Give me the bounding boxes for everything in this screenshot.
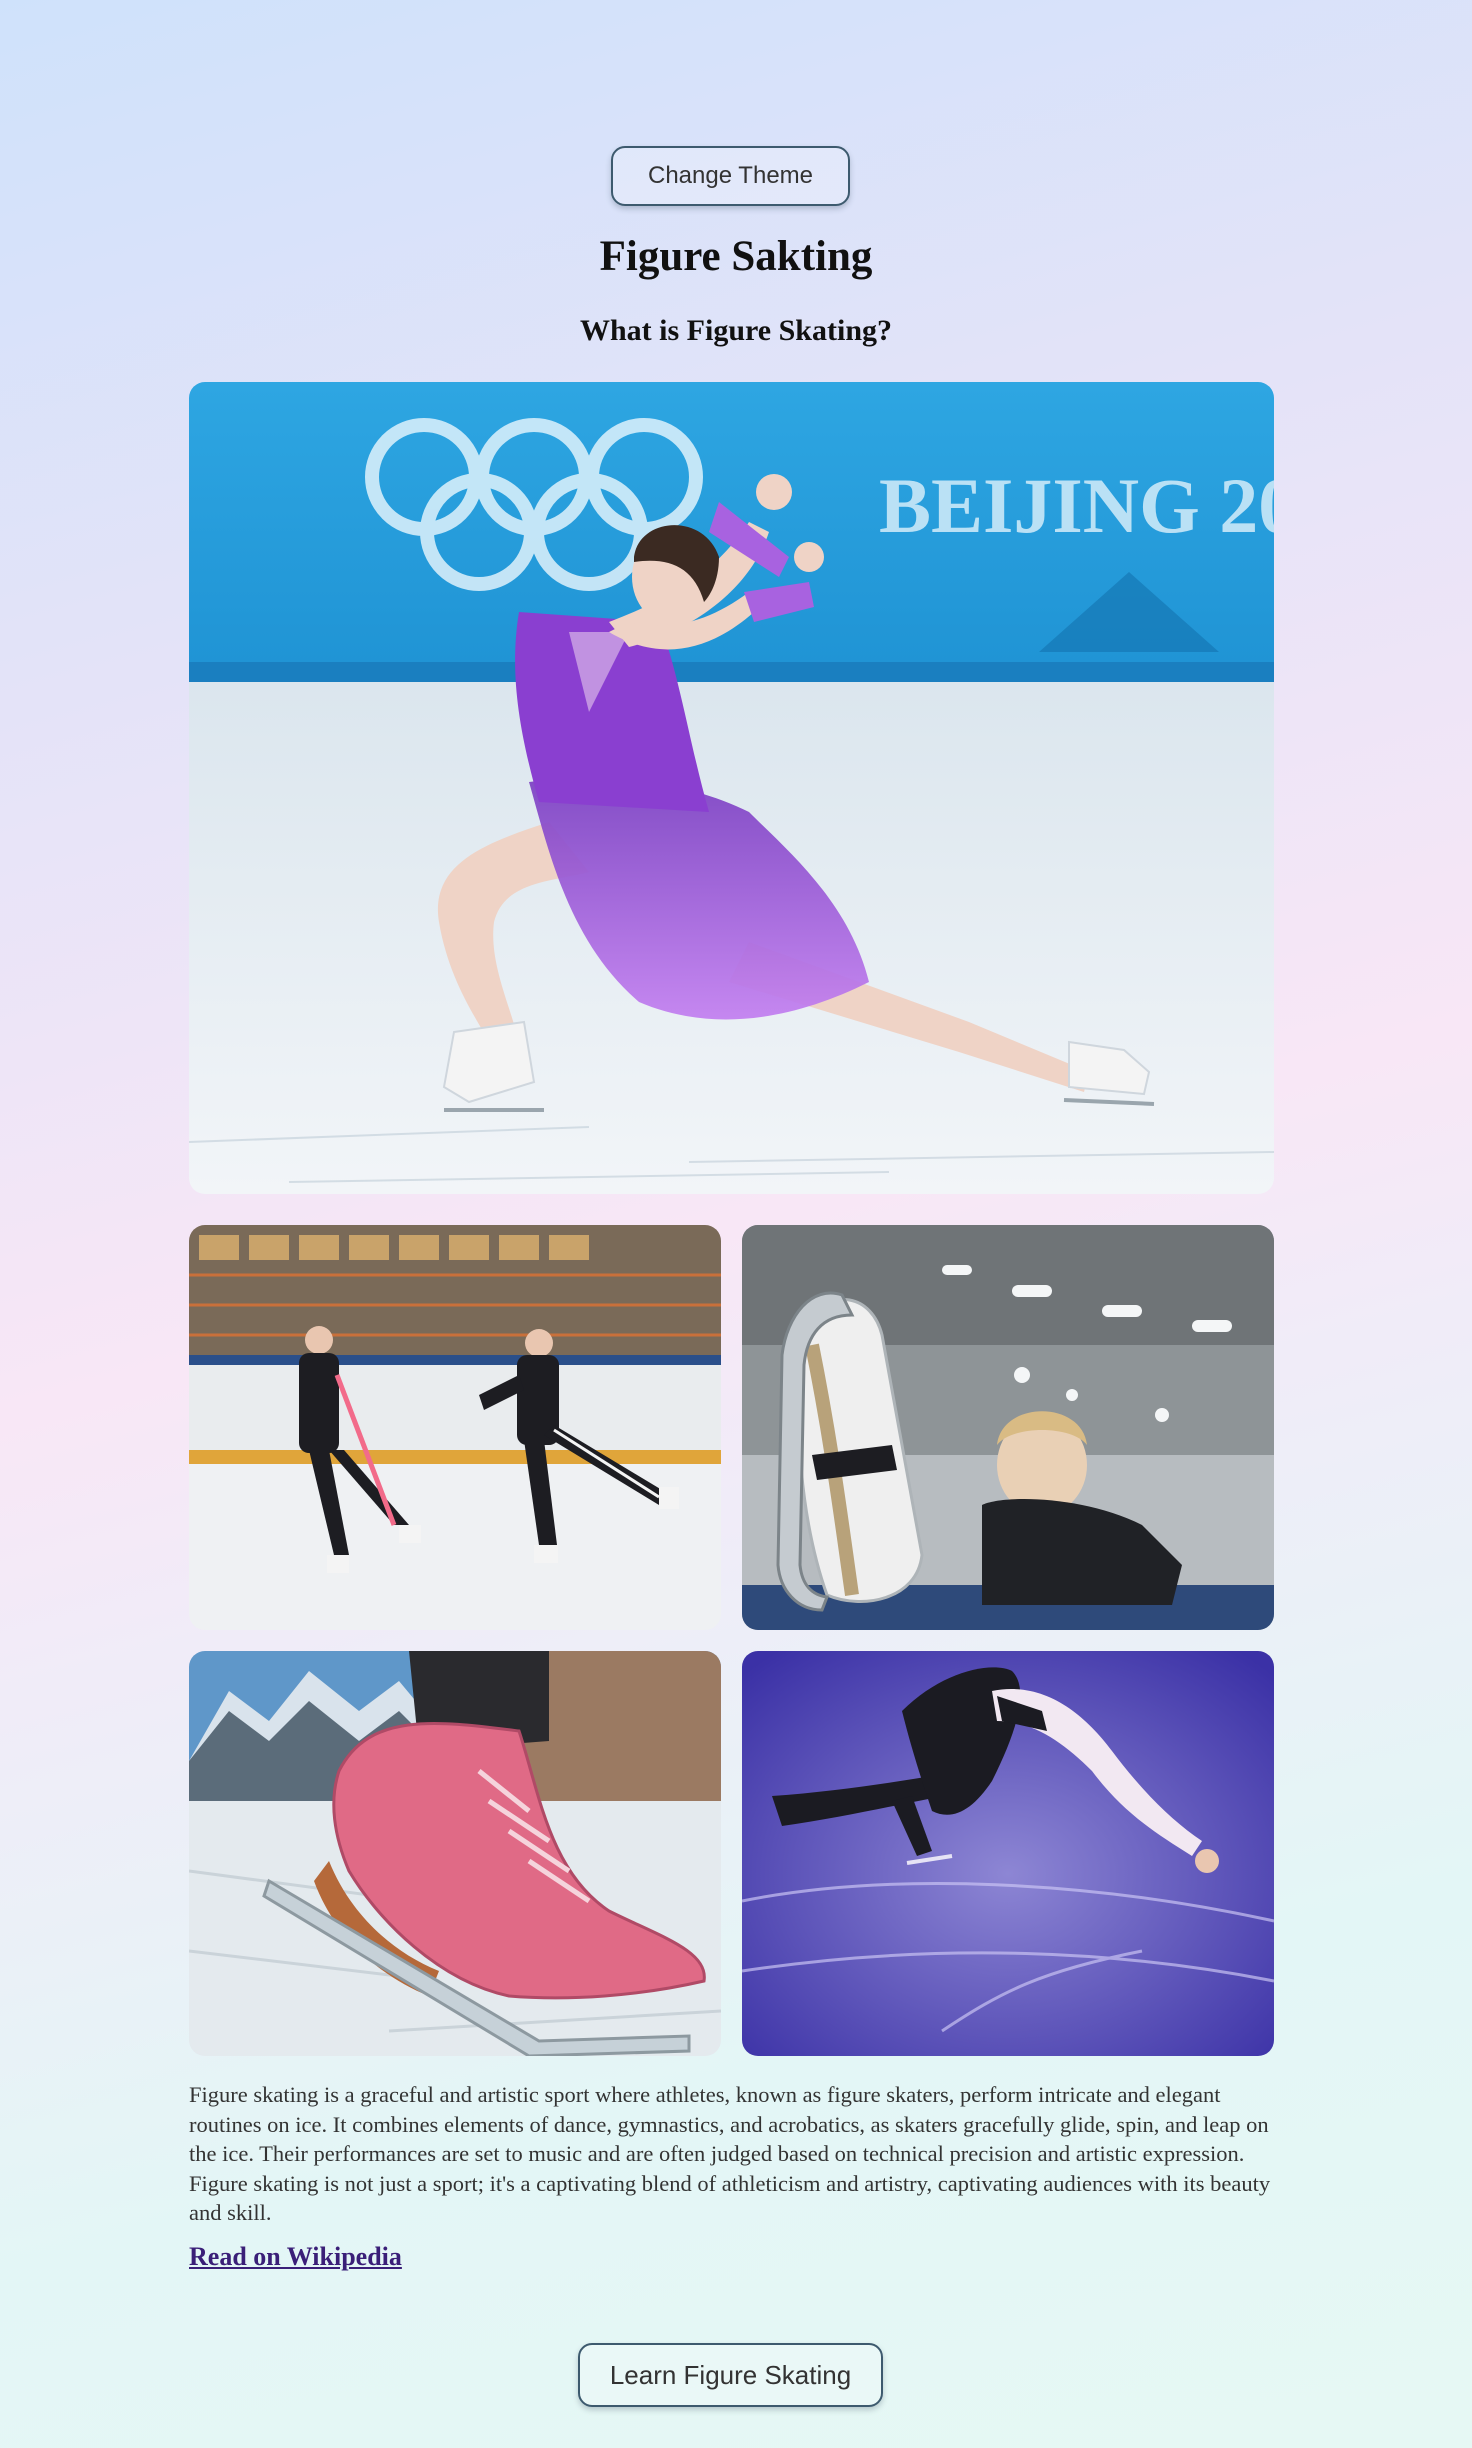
change-theme-button[interactable]: Change Theme — [611, 146, 850, 206]
photo-skate-blade-graphic — [742, 1225, 1274, 1630]
photo-skater-spin — [742, 1651, 1274, 2056]
photo-pink-skates-graphic — [189, 1651, 721, 2056]
page-title: Figure Sakting — [599, 233, 873, 280]
wikipedia-link[interactable]: Read on Wikipedia — [189, 2242, 402, 2272]
photo-skate-blade — [742, 1225, 1274, 1630]
page: Change Theme Figure Sakting What is Figu… — [0, 0, 1472, 2448]
photo-pair-skaters — [189, 1225, 721, 1630]
description-paragraph: Figure skating is a graceful and artisti… — [189, 2082, 1271, 2225]
photo-skater-spin-graphic — [742, 1651, 1274, 2056]
section-heading: What is Figure Skating? — [580, 314, 892, 347]
hero-banner-text: BEIJING 20 — [879, 462, 1274, 549]
learn-figure-skating-button[interactable]: Learn Figure Skating — [578, 2343, 883, 2407]
hero-photo-graphic: BEIJING 20 — [189, 382, 1274, 1194]
photo-pair-skaters-graphic — [189, 1225, 721, 1630]
hero-photo-skater: BEIJING 20 — [189, 382, 1274, 1194]
photo-pink-skates — [189, 1651, 721, 2056]
